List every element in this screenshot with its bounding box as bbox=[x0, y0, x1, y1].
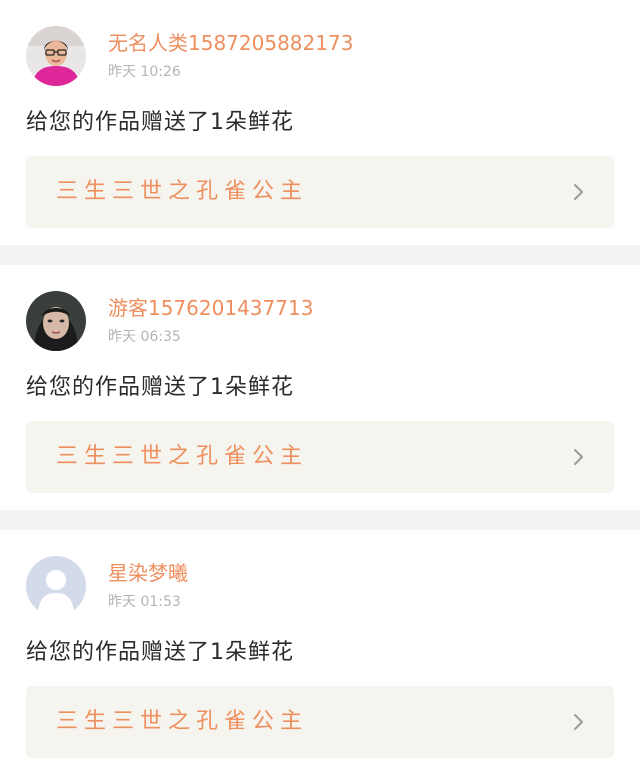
user-avatar[interactable] bbox=[26, 556, 86, 616]
work-title: 三生三世之孔雀公主 bbox=[56, 179, 309, 204]
chevron-right-icon bbox=[574, 184, 583, 200]
user-avatar[interactable] bbox=[26, 291, 86, 351]
user-name[interactable]: 无名人类15872058821​73 bbox=[108, 30, 353, 56]
timestamp: 昨天 06:35 bbox=[108, 329, 181, 345]
timestamp: 昨天 10:26 bbox=[108, 64, 181, 80]
chevron-right-icon bbox=[574, 714, 583, 730]
card-separator bbox=[0, 510, 640, 530]
card-separator bbox=[0, 245, 640, 265]
user-name[interactable]: 游客15762014377​13 bbox=[108, 295, 313, 321]
notification-card: 无名人类15872058821​73 昨天 10:26 给您的作品赠送了1朵鲜花… bbox=[0, 0, 640, 245]
notification-card: 游客15762014377​13 昨天 06:35 给您的作品赠送了1朵鲜花 三… bbox=[0, 265, 640, 510]
work-title: 三生三世之孔雀公主 bbox=[56, 444, 309, 469]
work-link-button[interactable]: 三生三世之孔雀公主 bbox=[26, 156, 614, 228]
user-avatar[interactable] bbox=[26, 26, 86, 86]
work-link-button[interactable]: 三生三世之孔雀公主 bbox=[26, 686, 614, 758]
person-avatar-icon bbox=[26, 26, 86, 86]
notification-message: 给您的作品赠送了1朵鲜花 bbox=[26, 110, 294, 135]
timestamp: 昨天 01:53 bbox=[108, 594, 181, 610]
chevron-right-icon bbox=[574, 449, 583, 465]
default-user-icon bbox=[26, 556, 86, 616]
work-title: 三生三世之孔雀公主 bbox=[56, 709, 309, 734]
user-name[interactable]: 星染梦曦 bbox=[108, 560, 188, 586]
notification-message: 给您的作品赠送了1朵鲜花 bbox=[26, 375, 294, 400]
notification-card: 星染梦曦 昨天 01:53 给您的作品赠送了1朵鲜花 三生三世之孔雀公主 bbox=[0, 530, 640, 764]
work-link-button[interactable]: 三生三世之孔雀公主 bbox=[26, 421, 614, 493]
notification-feed: 无名人类15872058821​73 昨天 10:26 给您的作品赠送了1朵鲜花… bbox=[0, 0, 640, 764]
notification-message: 给您的作品赠送了1朵鲜花 bbox=[26, 640, 294, 665]
person-avatar-icon bbox=[26, 291, 86, 351]
